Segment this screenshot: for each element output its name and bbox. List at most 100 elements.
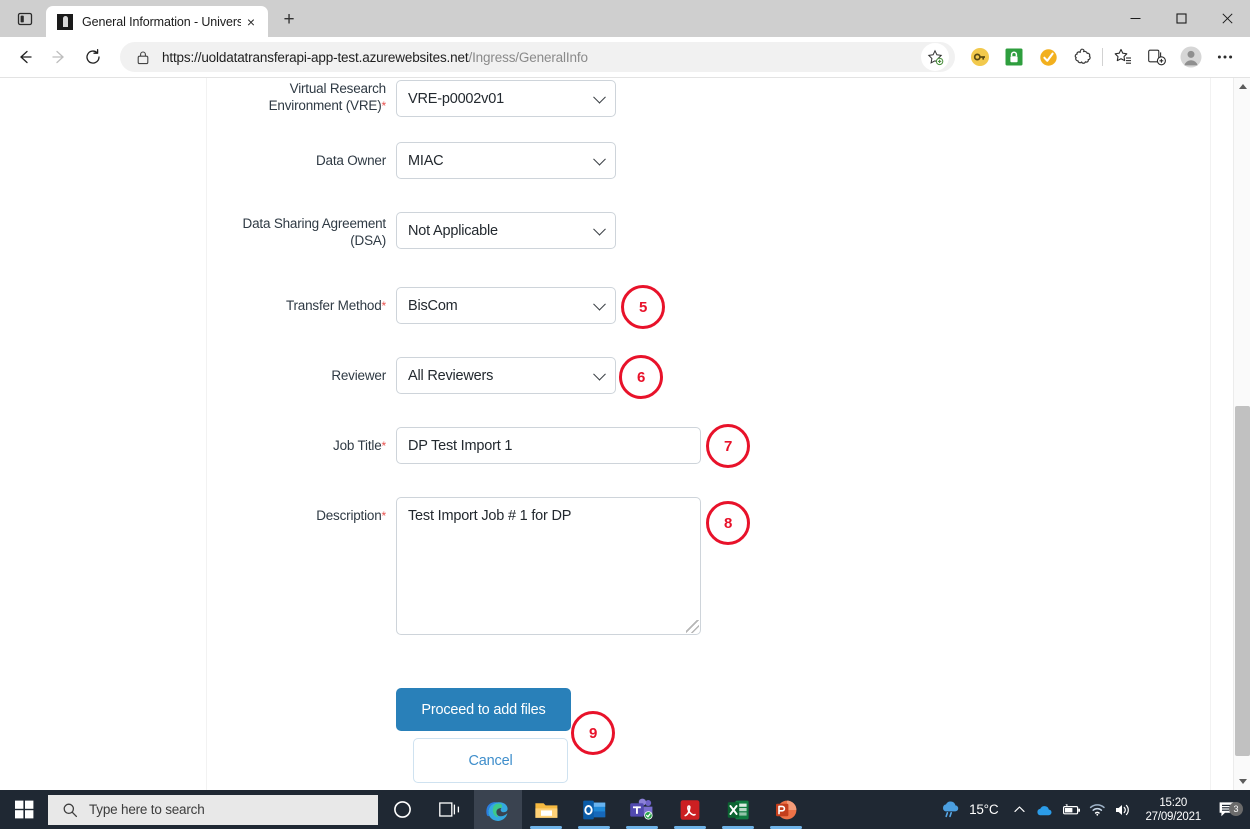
taskbar-search-input[interactable]: Type here to search [48,794,378,825]
add-favorite-icon[interactable] [921,43,949,71]
collections-puzzle-icon[interactable] [1065,40,1099,74]
annotation-badge-5: 5 [621,285,665,329]
tab-close-icon[interactable]: × [241,12,261,32]
select-vre[interactable]: VRE-p0002v01 [396,80,616,117]
cloud-rain-icon [943,801,959,818]
form-row-vre: Virtual Research Environment (VRE)* VRE-… [221,80,616,117]
task-view-icon[interactable] [426,790,474,829]
password-key-icon[interactable] [963,40,997,74]
proceed-to-add-files-button[interactable]: Proceed to add files [396,688,571,731]
taskbar-search-placeholder: Type here to search [89,802,205,817]
windows-taskbar: Type here to search 15°C 15:20 27/09/202… [0,790,1250,829]
minimize-button[interactable] [1112,0,1158,37]
select-transfer-method-value: BisCom [408,297,458,314]
chevron-up-icon[interactable] [1006,790,1032,829]
scrollbar-thumb[interactable] [1235,406,1250,756]
annotation-badge-8: 8 [706,501,750,545]
settings-more-icon[interactable] [1208,40,1242,74]
system-tray: 15°C 15:20 27/09/2021 3 [932,790,1250,829]
add-tab-group-icon[interactable] [1140,40,1174,74]
url-path: /Ingress/GeneralInfo [468,49,588,65]
toolbar-divider [1102,48,1103,66]
annotation-badge-7: 7 [706,424,750,468]
required-marker: * [381,99,387,113]
battery-icon[interactable] [1058,790,1084,829]
chevron-down-icon [593,297,606,311]
taskbar-clock[interactable]: 15:20 27/09/2021 [1136,796,1210,824]
textarea-description[interactable]: Test Import Job # 1 for DP [396,497,701,635]
form-row-job-title: Job Title* DP Test Import 1 [221,427,701,465]
label-dsa-text: Data Sharing Agreement (DSA) [242,216,387,248]
browser-tab[interactable]: General Information - University × [46,6,268,37]
forward-button[interactable] [42,40,76,74]
excel-icon[interactable] [714,790,762,829]
address-bar[interactable]: https://uoldatatransferapi-app-test.azur… [120,42,955,72]
reload-button[interactable] [76,40,110,74]
cortana-icon[interactable] [378,790,426,829]
form-row-data-owner: Data Owner MIAC [221,142,616,179]
textarea-description-value: Test Import Job # 1 for DP [408,508,572,524]
select-vre-value: VRE-p0002v01 [408,90,504,107]
annotation-badge-9: 9 [571,711,615,755]
label-transfer-method-text: Transfer Method [285,298,382,313]
back-button[interactable] [8,40,42,74]
required-marker: * [381,299,387,313]
scroll-up-arrow-icon[interactable] [1234,78,1250,95]
sidebar-toggle-button[interactable] [8,0,42,37]
label-description: Description* [221,497,396,535]
profile-avatar-icon[interactable] [1174,40,1208,74]
input-job-title[interactable]: DP Test Import 1 [396,427,701,464]
favorites-list-icon[interactable] [1106,40,1140,74]
input-job-title-value: DP Test Import 1 [408,437,513,454]
onedrive-icon[interactable] [1032,790,1058,829]
label-dsa: Data Sharing Agreement (DSA) [221,212,396,249]
close-window-button[interactable] [1204,0,1250,37]
browser-window: General Information - University × + htt… [0,0,1250,790]
outlook-icon[interactable] [570,790,618,829]
select-dsa[interactable]: Not Applicable [396,212,616,249]
checkmark-shield-icon[interactable] [1031,40,1065,74]
select-reviewer-value: All Reviewers [408,367,494,384]
clock-time: 15:20 [1159,796,1188,809]
adobe-acrobat-icon[interactable] [666,790,714,829]
tab-favicon-icon [57,13,73,30]
volume-icon[interactable] [1110,790,1136,829]
label-data-owner-text: Data Owner [315,153,386,168]
microsoft-edge-icon[interactable] [474,790,522,829]
maximize-button[interactable] [1158,0,1204,37]
new-tab-button[interactable]: + [274,5,304,35]
resize-handle-icon[interactable] [686,620,699,633]
label-description-text: Description [316,508,382,523]
browser-titlebar: General Information - University × + [0,0,1250,37]
chevron-down-icon [593,367,606,381]
wifi-icon[interactable] [1084,790,1110,829]
scroll-down-arrow-icon[interactable] [1234,773,1250,790]
cancel-button[interactable]: Cancel [413,738,568,783]
notification-center-button[interactable]: 3 [1210,800,1244,820]
page-scrollbar[interactable] [1233,78,1250,790]
weather-temperature: 15°C [969,802,999,817]
label-vre: Virtual Research Environment (VRE)* [221,80,396,115]
weather-widget[interactable]: 15°C [932,790,1006,829]
label-job-title-text: Job Title [333,438,382,453]
select-reviewer[interactable]: All Reviewers [396,357,616,394]
microsoft-teams-icon[interactable] [618,790,666,829]
toolbar-icons [963,40,1242,74]
window-controls [1112,0,1250,37]
label-reviewer-text: Reviewer [331,368,386,383]
green-lock-icon[interactable] [997,40,1031,74]
clock-date: 27/09/2021 [1145,810,1201,823]
powerpoint-icon[interactable] [762,790,810,829]
file-explorer-icon[interactable] [522,790,570,829]
windows-start-icon[interactable] [0,790,48,829]
label-reviewer: Reviewer [221,357,396,394]
select-transfer-method[interactable]: BisCom [396,287,616,324]
taskbar-apps [378,790,810,829]
label-vre-text: Virtual Research Environment (VRE) [268,81,387,113]
lock-icon [134,50,152,65]
select-data-owner-value: MIAC [408,152,444,169]
required-marker: * [381,439,387,453]
select-data-owner[interactable]: MIAC [396,142,616,179]
url-text: https://uoldatatransferapi-app-test.azur… [162,50,921,65]
page-content-card: Virtual Research Environment (VRE)* VRE-… [206,78,1211,790]
